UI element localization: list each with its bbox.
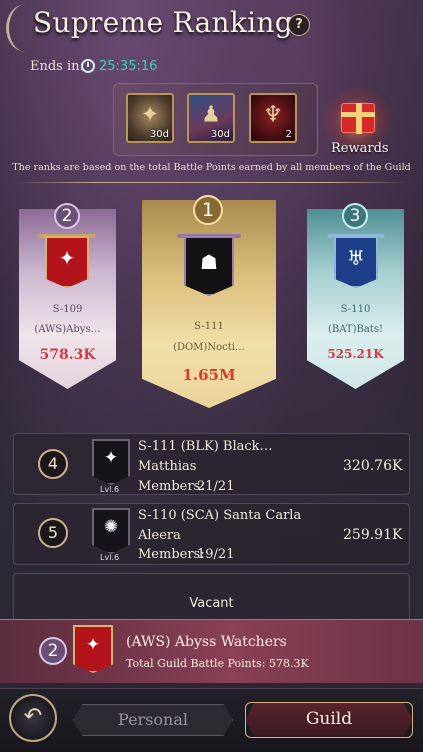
star-emblem-icon: ✦ bbox=[85, 634, 101, 655]
sun-emblem-icon: ✺ bbox=[103, 516, 119, 537]
row-leader-name: Matthias bbox=[138, 459, 197, 474]
my-guild-points: Total Guild Battle Points: 578.3K bbox=[126, 657, 309, 670]
rank-badge: 1 bbox=[193, 195, 223, 225]
reward-count: 2 bbox=[285, 129, 292, 140]
winged-emblem-icon: ♆ bbox=[263, 102, 283, 128]
star-emblem-icon: ✦ bbox=[58, 246, 76, 271]
clock-icon bbox=[81, 59, 95, 73]
ends-in-label: Ends in: bbox=[30, 59, 84, 74]
ranking-info-text: The ranks are based on the total Battle … bbox=[12, 162, 411, 173]
podium-guild-name: (BAT)Bats! bbox=[328, 324, 383, 335]
bat-emblem-icon: ♅ bbox=[347, 246, 365, 271]
podium-points: 525.21K bbox=[327, 347, 384, 361]
row-leader-name: Aleera bbox=[138, 528, 181, 543]
mask-emblem-icon: ☗ bbox=[200, 249, 218, 274]
reward-item-crest[interactable]: ✦ 30d bbox=[126, 93, 174, 143]
reward-item-emblem[interactable]: ♆ 2 bbox=[249, 93, 297, 143]
crest-badge-icon: ✦ bbox=[140, 102, 160, 128]
help-button[interactable]: ? bbox=[288, 14, 310, 36]
podium-points: 1.65M bbox=[182, 366, 236, 384]
vacant-label: Vacant bbox=[189, 596, 234, 611]
reward-duration: 30d bbox=[210, 129, 230, 140]
row-rank-badge: 5 bbox=[38, 518, 68, 548]
row-guild-name: S-110 (SCA) Santa Carla bbox=[138, 508, 302, 523]
guild-level: Lvl.6 bbox=[100, 485, 120, 494]
countdown-timer: 25:35:16 bbox=[99, 59, 158, 74]
divider bbox=[16, 182, 407, 183]
podium-server: S-110 bbox=[340, 304, 371, 315]
guild-banner: ☗ bbox=[184, 236, 234, 296]
podium-server: S-111 bbox=[194, 321, 224, 332]
my-guild-name: (AWS) Abyss Watchers bbox=[126, 634, 287, 650]
guild-banner: ✦ bbox=[73, 625, 113, 673]
guild-banner: ♅ bbox=[334, 236, 378, 288]
page-title: Supreme Rankings bbox=[33, 6, 308, 39]
row-members-label: Members: bbox=[138, 547, 205, 562]
tab-personal-label: Personal bbox=[118, 710, 188, 729]
podium-server: S-109 bbox=[52, 304, 83, 315]
tab-guild-label: Guild bbox=[305, 709, 353, 729]
guild-banner: ✦ bbox=[45, 236, 89, 288]
podium-points: 578.3K bbox=[39, 347, 96, 363]
row-guild-name: S-111 (BLK) Black… bbox=[138, 439, 273, 454]
guild-banner: ✺ bbox=[92, 508, 130, 554]
my-guild-rank-badge: 2 bbox=[39, 637, 67, 665]
reward-duration: 30d bbox=[149, 129, 169, 140]
reward-item-portrait[interactable]: ♟ 30d bbox=[187, 93, 235, 143]
row-points: 320.76K bbox=[343, 458, 403, 474]
rewards-button-label: Rewards bbox=[331, 141, 389, 156]
podium-guild-name: (DOM)Nocti… bbox=[173, 342, 245, 353]
row-members-label: Members: bbox=[138, 479, 205, 494]
rank-badge: 2 bbox=[54, 203, 80, 229]
row-points: 259.91K bbox=[343, 527, 403, 543]
row-members-count: 19/21 bbox=[197, 547, 235, 562]
guild-banner: ✦ bbox=[92, 439, 130, 485]
guild-level: Lvl.6 bbox=[100, 553, 120, 562]
star-emblem-icon: ✦ bbox=[103, 447, 119, 468]
back-arrow-icon: ↶ bbox=[23, 704, 43, 729]
row-rank-badge: 4 bbox=[38, 449, 68, 479]
podium-guild-name: (AWS)Abys… bbox=[34, 324, 101, 335]
rank-badge: 3 bbox=[342, 203, 368, 229]
gift-box-icon bbox=[341, 103, 375, 134]
portrait-frame-icon: ♟ bbox=[201, 102, 221, 128]
row-members-count: 21/21 bbox=[197, 479, 235, 494]
